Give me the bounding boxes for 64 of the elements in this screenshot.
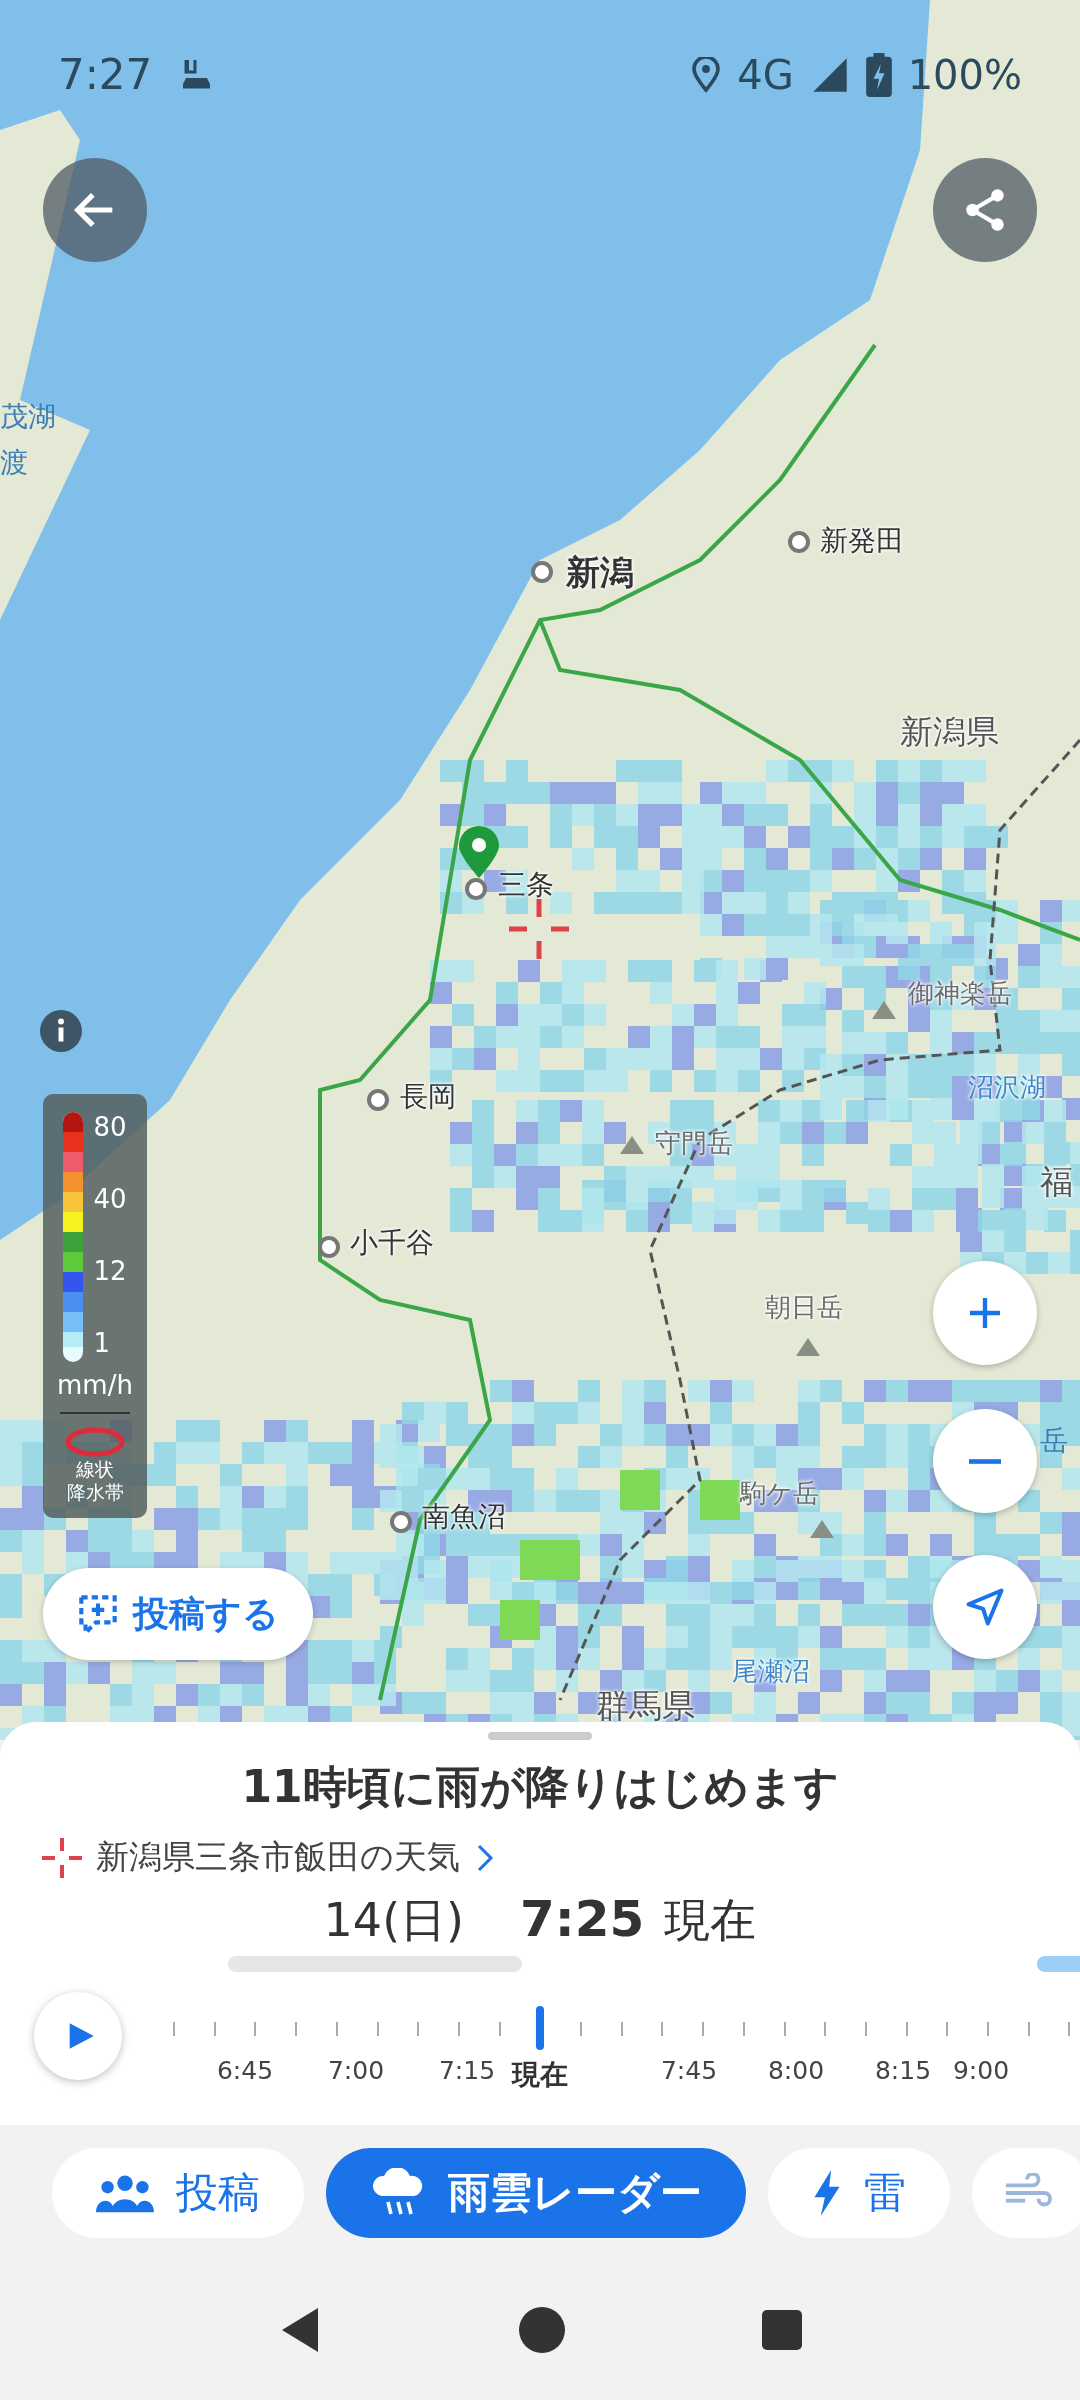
map-label: 新潟 [566, 552, 634, 593]
mountain-icon [620, 1136, 644, 1154]
time-label[interactable]: 8:15 [874, 2056, 932, 2085]
time-text: 7:25 [520, 1890, 645, 1948]
forecast-headline: 11時頃に雨が降りはじめます [241, 1760, 839, 1814]
map-label: 渡 [0, 446, 28, 480]
minus-icon [969, 1458, 1001, 1464]
network-type: 4G [737, 51, 794, 98]
post-button[interactable]: 投稿する [43, 1568, 313, 1660]
legend-unit: mm/h [57, 1370, 133, 1400]
mountain-icon [796, 1338, 820, 1356]
rainband-ring-icon [64, 1426, 126, 1458]
map-drawing[interactable] [0, 0, 1080, 1740]
play-button[interactable] [34, 1992, 122, 2080]
legend-label: 線状 [76, 1458, 114, 1481]
tab[interactable]: 雷 [768, 2147, 950, 2238]
location-icon [691, 56, 722, 93]
location-weather-link[interactable]: 新潟県三条市飯田の天気 [96, 1835, 496, 1880]
mountain-icon [872, 1001, 896, 1019]
map-label: 長岡 [400, 1080, 456, 1114]
info-icon[interactable] [40, 1010, 82, 1052]
recents-nav-icon[interactable] [761, 2310, 802, 2350]
crosshair-icon [42, 1837, 82, 1878]
time-label[interactable]: 6:45 [216, 2056, 274, 2085]
legend-value: 12 [93, 1256, 127, 1286]
time-label[interactable]: 7:00 [327, 2056, 385, 2085]
crosshair-icon [509, 899, 569, 959]
map-label: 新発田 [820, 524, 904, 558]
time-label[interactable]: 8:00 [767, 2056, 825, 2085]
forecast-range-bar [1037, 1956, 1080, 1972]
map-label: 茂湖 [0, 400, 56, 434]
legend-value: 1 [93, 1328, 111, 1358]
legend-value: 80 [93, 1112, 127, 1142]
map-label: 群馬県 [596, 1686, 695, 1726]
home-nav-icon[interactable] [519, 2307, 565, 2353]
legend-value: 40 [93, 1184, 127, 1214]
time-label[interactable]: 現在 [512, 2056, 568, 2094]
current-time-marker[interactable] [536, 2006, 544, 2050]
map-label: 岳 [1040, 1424, 1068, 1458]
map-label: 新潟県 [900, 712, 999, 752]
time-label[interactable]: 7:45 [660, 2056, 718, 2085]
lightning-icon [812, 2169, 842, 2216]
map-label: 小千谷 [350, 1226, 434, 1260]
mountain-icon [810, 1520, 834, 1538]
tab[interactable]: 雨雲レーダー [326, 2147, 746, 2238]
battery-level: 100% [907, 51, 1022, 98]
time-label[interactable]: 7:15 [438, 2056, 496, 2085]
map-label: 守門岳 [655, 1128, 733, 1160]
map-label: 福 [1040, 1162, 1073, 1202]
map-label: 駒ケ岳 [740, 1478, 819, 1510]
map-label: 朝日岳 [765, 1292, 843, 1324]
drag-handle[interactable] [488, 1732, 592, 1740]
battery-charging-icon [865, 52, 892, 97]
map-label: 三条 [498, 868, 554, 902]
time-label[interactable]: 9:00 [952, 2056, 1010, 2085]
status-time: 7:27 [58, 50, 153, 99]
map-label: 南魚沼 [422, 1500, 506, 1534]
tab[interactable]: 投稿 [52, 2147, 304, 2238]
legend-label: 降水帯 [66, 1480, 124, 1504]
location-pin-icon [459, 826, 499, 878]
date-text: 14(日) [323, 1892, 465, 1949]
map-label: 沼沢湖 [968, 1072, 1046, 1104]
map-label: 尾瀬沼 [732, 1656, 810, 1688]
time-suffix: 現在 [664, 1892, 757, 1949]
